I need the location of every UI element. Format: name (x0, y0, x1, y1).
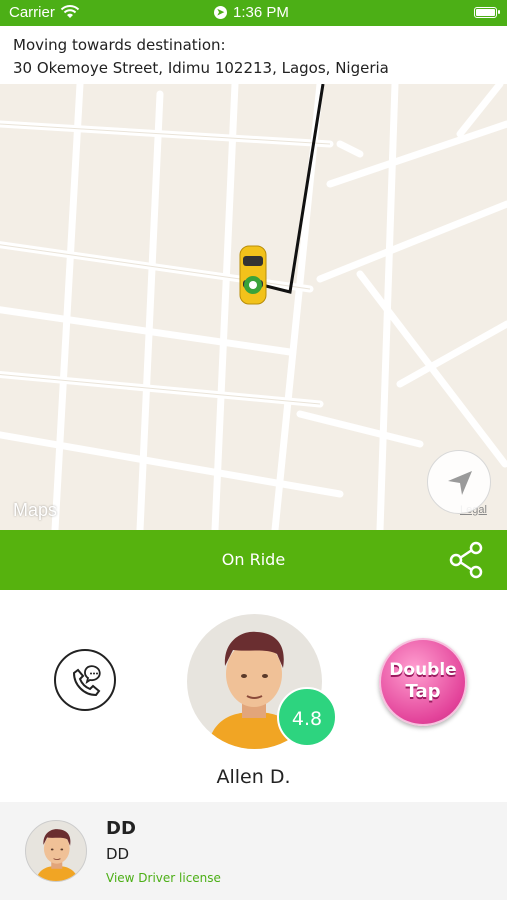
vehicle-subtitle: DD (106, 845, 130, 863)
phone-chat-icon (72, 665, 101, 697)
wifi-icon (60, 4, 80, 24)
map-roads (0, 84, 507, 530)
vehicle-title: DD (106, 818, 136, 839)
navigate-icon (448, 471, 472, 495)
ride-status-label: On Ride (221, 550, 286, 569)
destination-banner: Moving towards destination: 30 Okemoye S… (0, 26, 507, 85)
status-bar: Carrier ➤ 1:36 PM (0, 0, 507, 26)
recenter-button[interactable] (427, 450, 491, 514)
ride-status-bar: On Ride (0, 530, 507, 590)
double-tap-line1: Double (389, 660, 457, 680)
double-tap-line2: Tap (405, 681, 441, 702)
driver-panel: 4.8 Double Tap Allen D. (0, 590, 507, 802)
map-view[interactable]: Maps Legal (0, 84, 507, 530)
destination-heading: Moving towards destination: (13, 36, 226, 54)
driver-name: Allen D. (216, 766, 291, 788)
battery-icon (474, 7, 500, 18)
destination-address: 30 Okemoye Street, Idimu 102213, Lagos, … (13, 59, 389, 77)
location-arrow-icon: ➤ (214, 6, 227, 19)
maps-brand: Maps (13, 500, 58, 520)
share-icon[interactable] (448, 541, 486, 583)
carrier-label: Carrier (9, 4, 55, 21)
status-time: 1:36 PM (233, 4, 289, 21)
vehicle-card: DD DD View Driver license (0, 802, 507, 900)
call-driver-button[interactable] (54, 649, 116, 711)
driver-thumbnail (25, 820, 87, 882)
driver-rating-badge: 4.8 (277, 687, 337, 747)
view-license-link[interactable]: View Driver license (106, 871, 221, 885)
double-tap-button[interactable]: Double Tap (379, 638, 467, 726)
